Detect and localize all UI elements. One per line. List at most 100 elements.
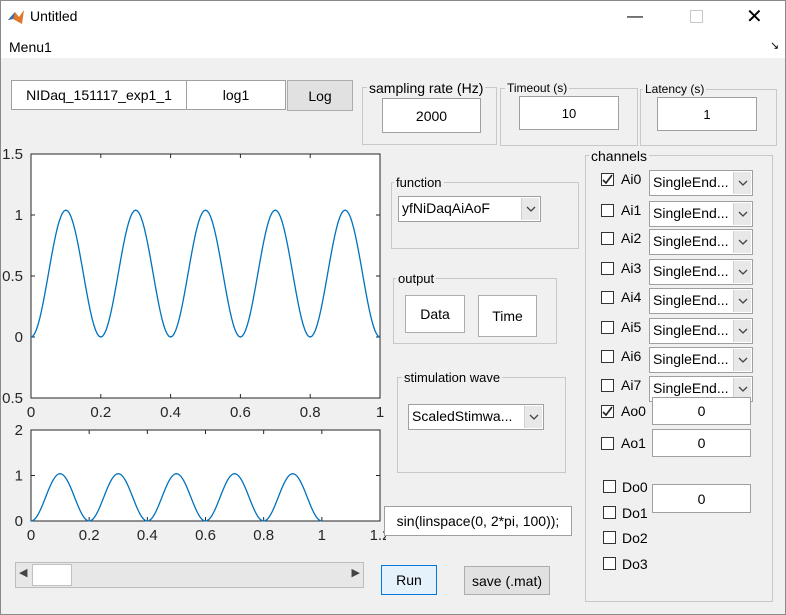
checkbox-do1[interactable] — [603, 506, 616, 519]
latency-label: Latency (s) — [643, 82, 707, 96]
function-dropdown[interactable]: yfNiDaqAiAoF — [398, 196, 541, 222]
maximize-icon[interactable] — [690, 10, 703, 23]
y-tick-label: 1 — [15, 468, 23, 485]
y-tick-label: 0.5 — [2, 390, 23, 407]
chevron-left-icon[interactable]: ◀ — [19, 566, 27, 579]
x-tick-label: 0.6 — [230, 404, 251, 421]
ao-value-field-ao1[interactable]: 0 — [652, 429, 751, 457]
checkbox-ai4[interactable] — [601, 291, 614, 304]
checkbox-ai2[interactable] — [601, 232, 614, 245]
label-ao1: Ao1 — [621, 435, 646, 451]
x-tick-label: 1 — [376, 404, 384, 421]
slider-thumb[interactable] — [32, 564, 72, 586]
chevron-down-icon — [733, 290, 751, 312]
stimulation-wave-selected: ScaledStimwa... — [412, 408, 513, 424]
checkbox-ai5[interactable] — [601, 321, 614, 334]
chevron-down-icon — [733, 203, 751, 225]
time-slider[interactable]: ◀ ▶ — [15, 562, 364, 588]
mode-dropdown-ai3[interactable]: SingleEnd... — [649, 259, 753, 285]
y-tick-label: 0 — [15, 513, 23, 530]
x-tick-label: 0 — [27, 527, 35, 544]
checkmark-icon — [602, 406, 613, 417]
close-icon[interactable]: ✕ — [746, 4, 763, 29]
chevron-down-icon — [733, 320, 751, 342]
label-do1: Do1 — [622, 505, 648, 521]
y-tick-label: 0 — [15, 329, 23, 346]
mode-selected: SingleEnd... — [653, 233, 729, 249]
checkbox-ao1[interactable] — [601, 437, 614, 450]
x-tick-label: 0.4 — [160, 404, 181, 421]
mode-selected: SingleEnd... — [653, 322, 729, 338]
label-do3: Do3 — [622, 556, 648, 572]
filename-field[interactable]: NIDaq_151117_exp1_1 — [11, 80, 187, 110]
label-ai3: Ai3 — [621, 260, 642, 276]
mode-selected: SingleEnd... — [653, 263, 729, 279]
chevron-down-icon — [524, 406, 542, 428]
chevron-down-icon — [733, 172, 751, 194]
stimulation-wave-dropdown[interactable]: ScaledStimwa... — [408, 404, 544, 430]
label-ai7: Ai7 — [621, 377, 642, 393]
output-label: output — [396, 271, 437, 286]
save-mat-button[interactable]: save (.mat) — [464, 566, 550, 595]
x-tick-label: 0.4 — [137, 527, 158, 544]
mode-dropdown-ai4[interactable]: SingleEnd... — [649, 288, 753, 314]
mode-selected: SingleEnd... — [653, 292, 729, 308]
data-button[interactable]: Data — [405, 295, 465, 333]
sampling-rate-field[interactable]: 2000 — [382, 98, 481, 133]
menu-bar: Menu1 ↘ — [0, 34, 786, 58]
mode-dropdown-ai0[interactable]: SingleEnd... — [649, 170, 753, 196]
checkbox-do2[interactable] — [603, 531, 616, 544]
menu-item-menu1[interactable]: Menu1 — [9, 39, 52, 55]
label-ao0: Ao0 — [621, 403, 646, 419]
checkbox-ai0[interactable] — [601, 173, 614, 186]
checkbox-ai7[interactable] — [601, 379, 614, 392]
chevron-down-icon — [733, 261, 751, 283]
checkbox-ai6[interactable] — [601, 350, 614, 363]
window-title: Untitled — [30, 8, 78, 24]
mode-dropdown-ai5[interactable]: SingleEnd... — [649, 318, 753, 344]
minimize-icon[interactable]: — — [627, 8, 643, 26]
label-do0: Do0 — [622, 479, 648, 495]
do-value-field[interactable]: 0 — [652, 484, 751, 513]
x-tick-label: 0.8 — [253, 527, 274, 544]
stimulation-wave-label: stimulation wave — [402, 370, 503, 385]
label-ai1: Ai1 — [621, 202, 642, 218]
mode-dropdown-ai1[interactable]: SingleEnd... — [649, 201, 753, 227]
mode-dropdown-ai6[interactable]: SingleEnd... — [649, 347, 753, 373]
checkbox-ai1[interactable] — [601, 204, 614, 217]
checkmark-icon — [602, 174, 613, 185]
y-tick-label: 2 — [15, 422, 23, 439]
dock-arrow-icon[interactable]: ↘ — [770, 39, 779, 52]
label-do2: Do2 — [622, 530, 648, 546]
label-ai4: Ai4 — [621, 289, 642, 305]
mode-selected: SingleEnd... — [653, 174, 729, 190]
y-tick-label: 0.5 — [2, 268, 23, 285]
label-ai6: Ai6 — [621, 348, 642, 364]
checkbox-do3[interactable] — [603, 557, 616, 570]
x-tick-label: 0.2 — [79, 527, 100, 544]
mode-selected: SingleEnd... — [653, 351, 729, 367]
checkbox-ao0[interactable] — [601, 405, 614, 418]
label-ai0: Ai0 — [621, 171, 642, 187]
label-ai5: Ai5 — [621, 319, 642, 335]
x-tick-label: 0.6 — [195, 527, 216, 544]
function-selected: yfNiDaqAiAoF — [402, 200, 490, 216]
plots-area: 0 0.2 0.4 0.6 0.8 10.500.511.5 0 0.2 0.4 0.6 0.8 1… — [2, 146, 386, 544]
mode-dropdown-ai2[interactable]: SingleEnd... — [649, 229, 753, 255]
matlab-icon — [8, 10, 24, 24]
checkbox-ai3[interactable] — [601, 262, 614, 275]
time-button[interactable]: Time — [478, 295, 537, 337]
chevron-down-icon — [733, 349, 751, 371]
checkbox-do0[interactable] — [603, 480, 616, 493]
y-tick-label: 1.5 — [2, 146, 23, 163]
run-button[interactable]: Run — [381, 565, 437, 595]
mode-selected: SingleEnd... — [653, 380, 729, 396]
ao-value-field-ao0[interactable]: 0 — [652, 397, 751, 425]
log-button[interactable]: Log — [287, 80, 353, 111]
stimulus-expression-field[interactable]: sin(linspace(0, 2*pi, 100)); — [384, 506, 572, 536]
chevron-right-icon[interactable]: ▶ — [352, 566, 360, 579]
log-field[interactable]: log1 — [186, 80, 286, 110]
timeout-field[interactable]: 10 — [519, 96, 619, 130]
y-tick-label: 1 — [15, 207, 23, 224]
latency-field[interactable]: 1 — [657, 97, 757, 131]
